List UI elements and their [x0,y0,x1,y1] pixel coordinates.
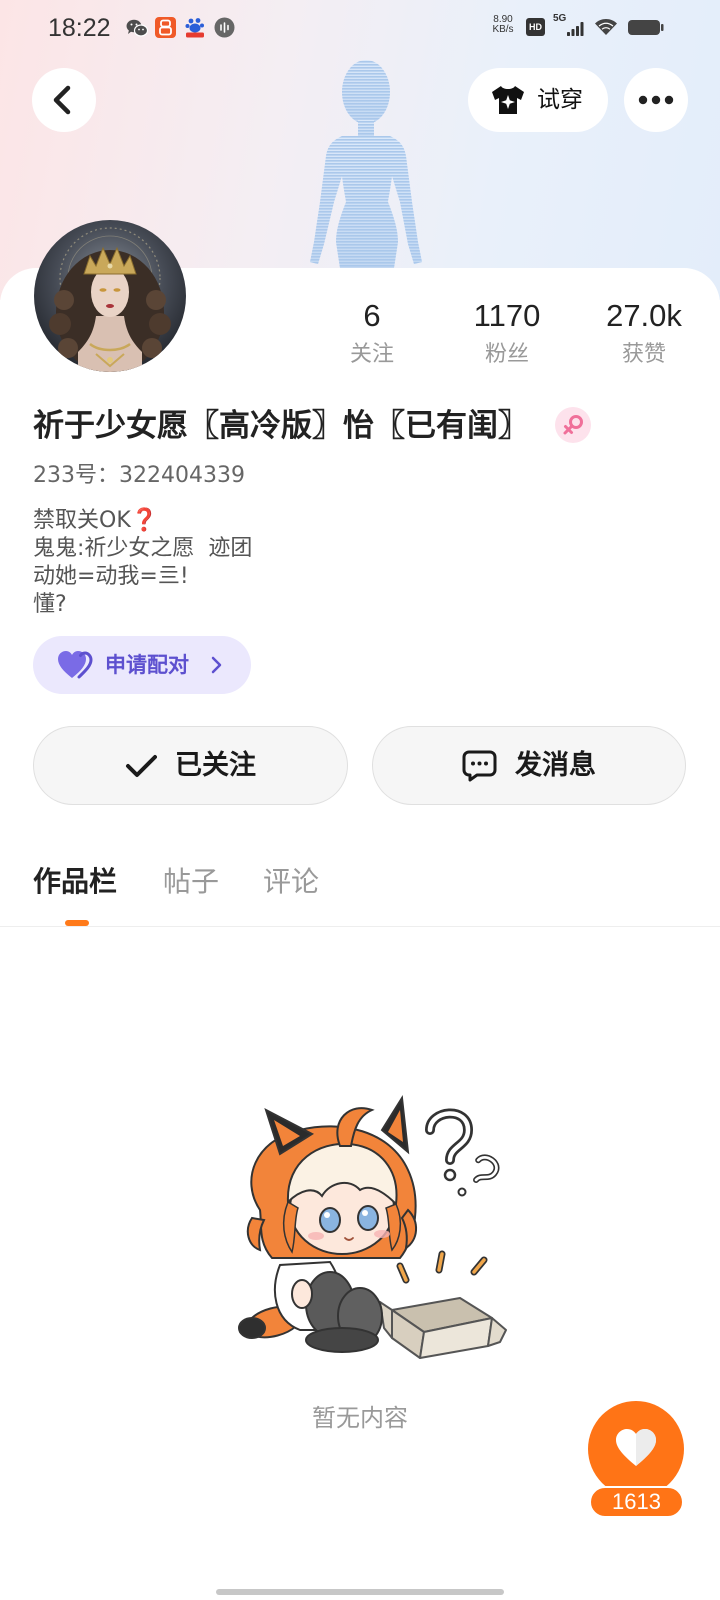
tab-comments[interactable]: 评论 [263,864,319,900]
bio-line-1: 禁取关OK❓ [33,507,252,535]
tshirt-icon [492,86,524,114]
female-icon [555,407,591,443]
back-arrow-icon [53,85,71,115]
stat-following-label: 关注 [349,342,394,367]
baidu-icon [185,18,204,38]
profile-avatar-image [34,220,186,372]
cellular-status: 5G [553,14,587,38]
tab-works[interactable]: 作品栏 [33,864,117,900]
question-marks [425,1108,500,1183]
followed-button[interactable]: 已关注 [33,726,348,805]
apply-pair-button[interactable]: 申请配对 [33,636,251,694]
stat-followers-label: 粉丝 [484,342,529,367]
voice-app-icon [214,17,235,38]
stat-followers-value: 1170 [473,298,541,333]
more-dots-icon [638,95,674,105]
battery-icon [628,20,664,35]
more-button[interactable] [624,68,688,132]
try-on-button[interactable]: 试穿 [468,68,608,132]
send-message-label: 发消息 [515,749,596,781]
stat-likes-label: 获赞 [621,342,666,367]
status-time: 18:22 [48,14,111,42]
user-id: 233号：322404339 [33,463,245,488]
check-icon [126,754,157,777]
heart-pair-icon [58,651,93,679]
hologram-avatar-figure [310,60,422,268]
tabs-divider [0,926,720,927]
orange-app-icon [155,17,176,38]
empty-box-mascot-illustration [238,1095,507,1359]
send-message-button[interactable]: 发消息 [372,726,686,805]
heart-icon [616,1429,656,1466]
stat-likes-value: 27.0k [606,298,682,333]
tab-posts[interactable]: 帖子 [163,864,219,900]
stat-following-value: 6 [363,298,381,333]
profile-name: 祈于少女愿〖高冷版〗怡〖已有闺〗 [33,408,529,444]
signal-bars-icon [567,22,584,36]
profile-avatar[interactable] [34,220,186,372]
wifi-icon [595,19,617,35]
try-on-label: 试穿 [537,87,583,113]
network-speed: 8.90 KB/s [486,15,520,35]
bio-line-3: 动她=动我=亖! [33,564,189,589]
like-button[interactable] [588,1401,684,1497]
wechat-icon [126,19,148,37]
hd-badge: HD [526,18,545,36]
chevron-right-icon [211,656,222,674]
back-button[interactable] [32,68,96,132]
home-indicator[interactable] [216,1589,504,1595]
chat-bubble-icon [462,750,497,782]
profile-bio: 禁取关OK❓ 鬼鬼:祈少女之愿 迹团 动她=动我=亖! 懂? [33,507,252,619]
like-count-badge: 1613 [589,1486,684,1518]
question-emoji: ❓ [130,508,159,533]
followed-label: 已关注 [175,749,256,781]
bio-line-4: 懂? [33,592,67,617]
apply-pair-label: 申请配对 [105,653,189,677]
network-speed-unit: KB/s [492,24,514,35]
bio-line-1-text: 禁取关OK [33,508,131,533]
bio-line-2: 鬼鬼:祈少女之愿 迹团 [33,536,253,561]
